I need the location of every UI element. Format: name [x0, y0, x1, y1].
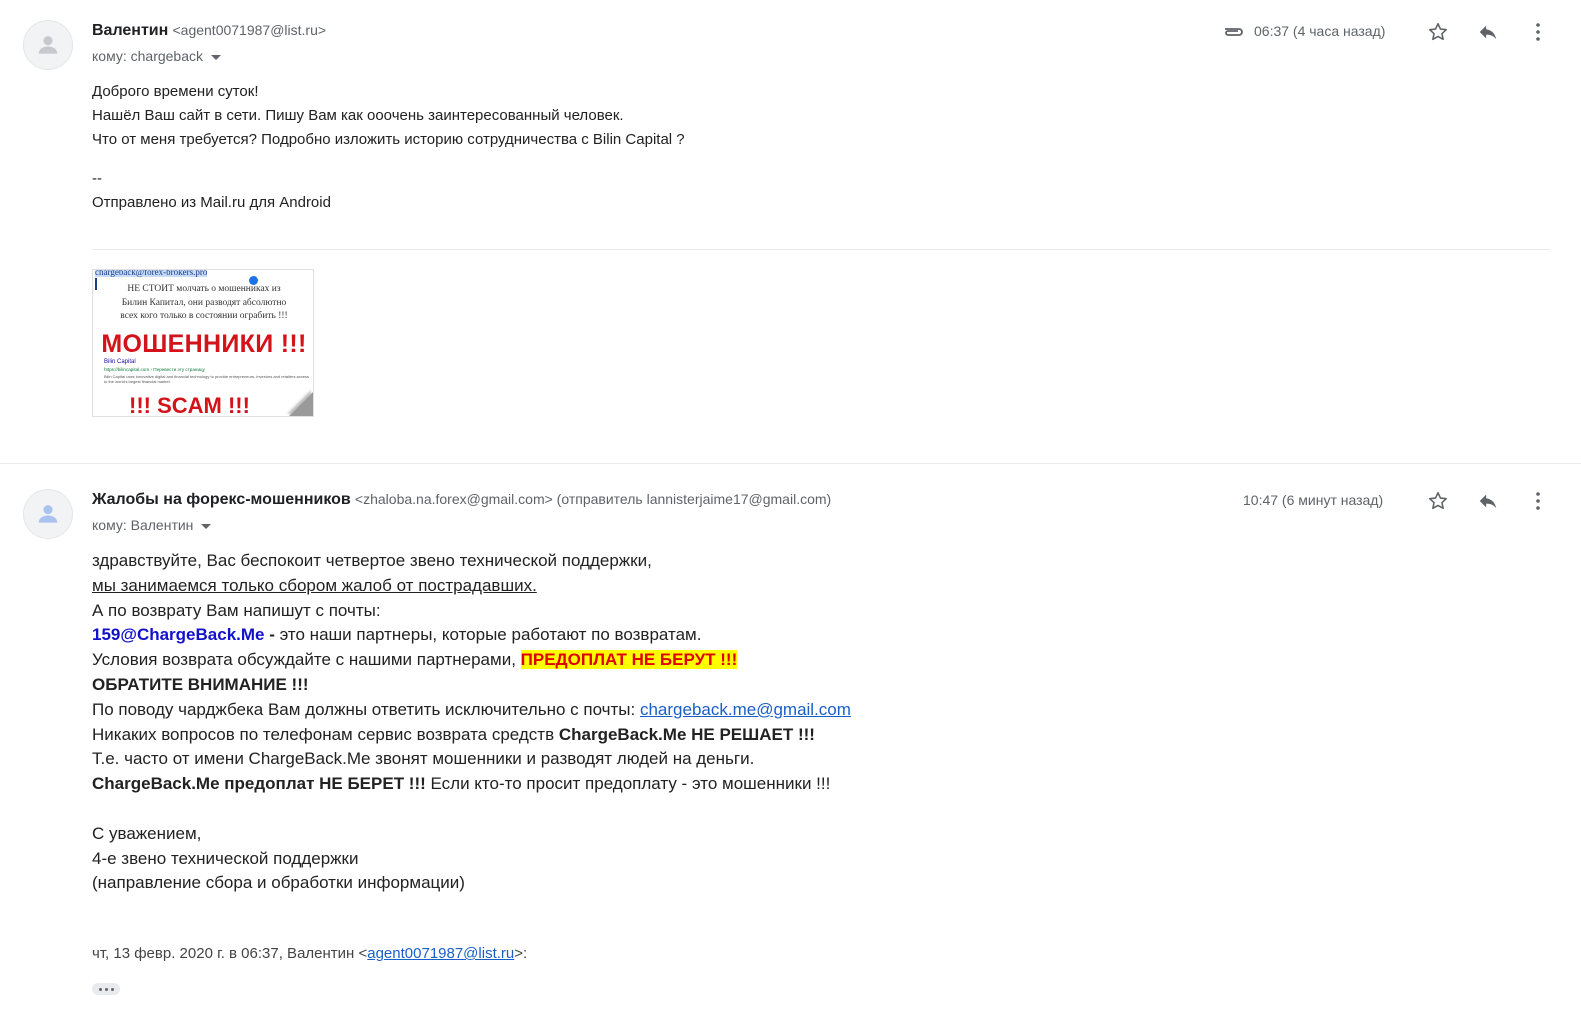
person-icon — [38, 505, 58, 523]
body-line: мы занимаемся только сбором жалоб от пос… — [92, 575, 537, 595]
sender-line: Жалобы на форекс-мошенников <zhaloba.na.… — [92, 491, 831, 509]
body-line: Никаких вопросов по телефонам сервис воз… — [92, 723, 851, 748]
highlight-warning: ПРЕДОПЛАТ НЕ БЕРУТ !!! — [520, 650, 738, 670]
message-time: 10:47 (6 минут назад) — [1243, 492, 1384, 508]
attachment-scam-label: !!! SCAM !!! — [129, 393, 250, 417]
recipient-line[interactable]: кому: Валентин — [92, 517, 212, 533]
ellipsis-icon — [98, 987, 102, 991]
attachment-warning-line: НЕ СТОИТ молчать о мошенниках из — [127, 284, 281, 294]
attachment-thumbnail[interactable]: chargeback@forex-brokers.pro НЕ СТОИТ мо… — [92, 269, 314, 417]
attachment-header-email: chargeback@forex-brokers.pro — [95, 269, 208, 277]
avatar[interactable] — [23, 489, 73, 539]
paperclip-icon — [1222, 20, 1246, 44]
body-line: Т.е. часто от имени ChargeBack.Me звонят… — [92, 749, 755, 769]
prepay-text: Если кто-то просит предоплату - это моше… — [425, 774, 831, 794]
phone-warning: ChargeBack.Me НЕ РЕШАЕТ !!! — [558, 724, 815, 744]
show-trimmed-content-button[interactable] — [92, 983, 120, 995]
chargeback-email-link[interactable]: chargeback.me@gmail.com — [640, 700, 851, 719]
body-line: А по возврату Вам напишут с почты: — [92, 600, 381, 620]
body-line: ОБРАТИТЕ ВНИМАНИЕ !!! — [92, 674, 309, 694]
attachment-divider — [92, 249, 1550, 250]
body-line: здравствуйте, Вас беспокоит четвертое зв… — [92, 551, 652, 570]
ellipsis-icon — [110, 987, 114, 991]
body-line: По поводу чарджбека Вам должны ответить … — [92, 698, 851, 723]
refund-terms: Условия возврата обсуждайте с нашими пар… — [92, 650, 521, 670]
reply-icon[interactable] — [1476, 489, 1500, 513]
star-icon[interactable] — [1426, 489, 1450, 513]
reply-icon[interactable] — [1476, 20, 1500, 44]
body-line: Что от меня требуется? Подробно изложить… — [92, 131, 685, 148]
caret-down-icon[interactable] — [211, 54, 222, 60]
quote-suffix: >: — [514, 945, 528, 962]
attachment-site-desc: Bilin Capital uses innovative digital an… — [104, 374, 310, 384]
person-icon — [38, 36, 58, 54]
avatar[interactable] — [23, 20, 73, 70]
body-line: ChargeBack.Me предоплат НЕ БЕРЕТ !!! Есл… — [92, 772, 851, 797]
caret-down-icon[interactable] — [201, 523, 212, 529]
message-body: Доброго времени суток! Нашёл Ваш сайт в … — [92, 80, 685, 215]
page-curl-shade — [289, 392, 313, 416]
body-line — [92, 152, 685, 167]
message-body: здравствуйте, Вас беспокоит четвертое зв… — [92, 549, 851, 896]
recipient-label: кому: chargeback — [92, 48, 204, 64]
ellipsis-icon — [104, 987, 108, 991]
signature-separator: -- — [92, 170, 102, 187]
phone-text: Никаких вопросов по телефонам сервис воз… — [92, 724, 559, 744]
sender-name[interactable]: Жалобы на форекс-мошенников — [92, 491, 351, 508]
signature-line: (направление сбора и обработки информаци… — [92, 873, 465, 893]
attachment-warning-line: всех кого только в состоянии ограбить !!… — [120, 311, 288, 321]
signature: Отправлено из Mail.ru для Android — [92, 194, 331, 211]
dash: - — [264, 625, 280, 645]
quote-email-link[interactable]: agent0071987@list.ru — [367, 945, 514, 962]
attachment-warning: НЕ СТОИТ молчать о мошенниках из Билин К… — [93, 283, 313, 324]
more-vert-icon[interactable] — [1526, 20, 1550, 44]
sender-line: Валентин <agent0071987@list.ru> — [92, 22, 326, 40]
sender-name[interactable]: Валентин — [92, 22, 168, 39]
message-time: 06:37 (4 часа назад) — [1254, 23, 1386, 39]
recipient-line[interactable]: кому: chargeback — [92, 48, 222, 64]
sender-email: <agent0071987@list.ru> — [172, 22, 327, 38]
sender-email: <zhaloba.na.forex@gmail.com> (отправител… — [354, 491, 832, 507]
attachment-site-url: https://bilincapital.com › Перевести эту… — [104, 367, 205, 372]
body-line: Условия возврата обсуждайте с нашими пар… — [92, 648, 851, 673]
more-vert-icon[interactable] — [1526, 489, 1550, 513]
partner-email[interactable]: 159@ChargeBack.Me — [92, 625, 265, 644]
quoted-header: чт, 13 февр. 2020 г. в 06:37, Валентин <… — [92, 945, 527, 962]
attachment-site-name: Bilin Capital — [104, 359, 136, 365]
signature-line: 4-е звено технической поддержки — [92, 848, 359, 868]
star-icon[interactable] — [1426, 20, 1450, 44]
recipient-label: кому: Валентин — [92, 517, 194, 533]
message-divider — [0, 463, 1581, 464]
signature-line: С уважением, — [92, 823, 202, 843]
partner-desc: это наши партнеры, которые работают по в… — [279, 625, 702, 645]
quote-prefix: чт, 13 февр. 2020 г. в 06:37, Валентин < — [92, 945, 368, 962]
attachment-warning-line: Билин Капитал, они разводят абсолютно — [121, 297, 287, 308]
prepay-warning: ChargeBack.Me предоплат НЕ БЕРЕТ !!! — [92, 774, 426, 794]
body-line: 159@ChargeBack.Me - это наши партнеры, к… — [92, 623, 851, 648]
body-line: Нашёл Ваш сайт в сети. Пишу Вам как оооч… — [92, 107, 624, 124]
attachment-big-title: МОШЕННИКИ !!! — [101, 330, 307, 358]
body-line: Доброго времени суток! — [92, 83, 259, 100]
chargeback-text: По поводу чарджбека Вам должны ответить … — [92, 699, 640, 719]
